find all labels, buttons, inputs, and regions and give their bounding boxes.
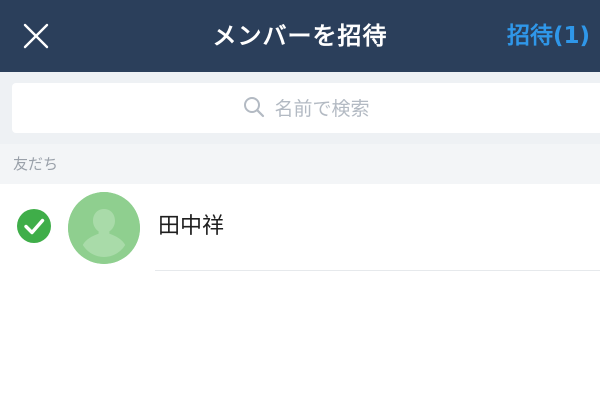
friend-name: 田中祥: [158, 214, 225, 239]
search-placeholder: 名前で検索: [274, 97, 370, 120]
header-bar: メンバーを招待 招待(1): [0, 0, 600, 72]
search-icon: [244, 97, 265, 118]
section-label: 友だち: [13, 155, 59, 173]
section-header-friends: 友だち: [0, 144, 600, 184]
search-input[interactable]: 名前で検索: [12, 83, 600, 133]
search-area: 名前で検索: [0, 72, 600, 144]
checkmark-selected-icon[interactable]: [16, 208, 52, 244]
friend-list-item[interactable]: 田中祥: [0, 184, 600, 270]
row-divider: [155, 270, 600, 271]
person-silhouette-icon: [68, 192, 140, 264]
invite-members-screen: メンバーを招待 招待(1) 名前で検索 友だち 田中祥: [0, 0, 600, 400]
invite-button[interactable]: 招待(1): [507, 0, 590, 72]
close-icon: [23, 23, 49, 49]
avatar: [68, 192, 140, 264]
close-button[interactable]: [20, 20, 52, 52]
